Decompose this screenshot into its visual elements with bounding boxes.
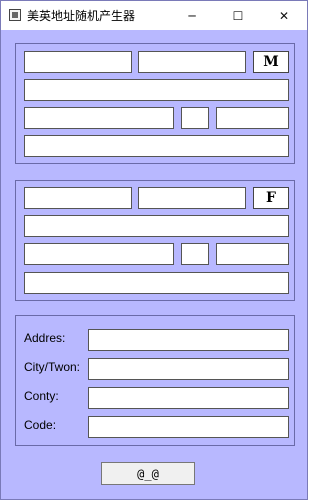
city-label: City/Twon: bbox=[24, 360, 81, 374]
minimize-button[interactable]: ─ bbox=[169, 1, 215, 30]
male-phone-field[interactable] bbox=[24, 135, 289, 157]
female-address-group: F bbox=[15, 180, 295, 301]
generate-button[interactable]: @_@ bbox=[101, 462, 195, 485]
female-zip-field[interactable] bbox=[216, 243, 289, 265]
app-window: 美英地址随机产生器 ─ ☐ ✕ M F Addres: City/Twon: C… bbox=[0, 0, 308, 500]
female-last-name-field[interactable] bbox=[138, 187, 246, 209]
male-state-field[interactable] bbox=[181, 107, 209, 129]
code-field[interactable] bbox=[88, 416, 289, 438]
male-first-name-field[interactable] bbox=[24, 51, 132, 73]
county-field[interactable] bbox=[88, 387, 289, 409]
address-form-group: Addres: City/Twon: Conty: Code: bbox=[15, 315, 295, 446]
city-field[interactable] bbox=[88, 358, 289, 380]
address-field[interactable] bbox=[88, 329, 289, 351]
female-first-name-field[interactable] bbox=[24, 187, 132, 209]
male-street-field[interactable] bbox=[24, 79, 289, 101]
close-button[interactable]: ✕ bbox=[261, 1, 307, 30]
window-title: 美英地址随机产生器 bbox=[27, 9, 136, 23]
app-icon bbox=[9, 9, 21, 21]
male-last-name-field[interactable] bbox=[138, 51, 246, 73]
female-state-field[interactable] bbox=[181, 243, 209, 265]
male-zip-field[interactable] bbox=[216, 107, 289, 129]
female-street-field[interactable] bbox=[24, 215, 289, 237]
female-city-field[interactable] bbox=[24, 243, 174, 265]
male-address-group: M bbox=[15, 43, 295, 164]
male-city-field[interactable] bbox=[24, 107, 174, 129]
female-gender-button[interactable]: F bbox=[253, 187, 289, 209]
code-label: Code: bbox=[24, 418, 57, 432]
address-label: Addres: bbox=[24, 331, 66, 345]
male-gender-button[interactable]: M bbox=[253, 51, 289, 73]
female-phone-field[interactable] bbox=[24, 272, 289, 294]
county-label: Conty: bbox=[24, 389, 59, 403]
maximize-button[interactable]: ☐ bbox=[215, 1, 261, 30]
client-area: M F Addres: City/Twon: Conty: Code: @_@ bbox=[1, 30, 307, 499]
title-bar: 美英地址随机产生器 ─ ☐ ✕ bbox=[1, 1, 307, 30]
